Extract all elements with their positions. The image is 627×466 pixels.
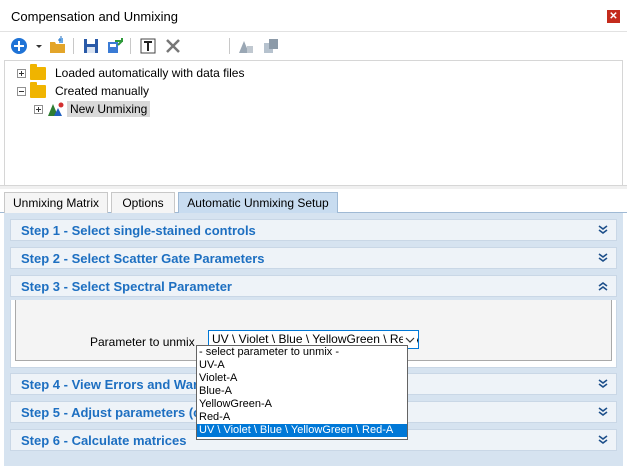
folder-icon — [30, 63, 46, 80]
tree-item-label: Created manually — [55, 84, 150, 98]
chevron-down-icon[interactable] — [597, 224, 609, 236]
tab-bar: Unmixing Matrix Options Automatic Unmixi… — [0, 189, 627, 214]
collapse-icon[interactable] — [17, 86, 26, 96]
folder-icon — [30, 81, 46, 98]
tree-item[interactable]: New Unmixing — [34, 100, 151, 118]
chevron-down-icon[interactable] — [597, 406, 609, 418]
toolbar — [0, 32, 627, 60]
step-2-header[interactable]: Step 2 - Select Scatter Gate Parameters — [10, 247, 617, 269]
close-icon[interactable]: ✕ — [607, 10, 620, 23]
parameter-label: Parameter to unmix — [90, 335, 195, 349]
step-1-header[interactable]: Step 1 - Select single-stained controls — [10, 219, 617, 241]
window-title: Compensation and Unmixing — [11, 9, 178, 24]
tab-automatic-unmixing-setup[interactable]: Automatic Unmixing Setup — [178, 192, 338, 214]
step-title: Step 2 - Select Scatter Gate Parameters — [21, 251, 265, 266]
save-icon[interactable] — [81, 36, 101, 56]
chevron-down-icon[interactable] — [597, 252, 609, 264]
expand-icon[interactable] — [34, 104, 43, 114]
step-title: Step 3 - Select Spectral Parameter — [21, 279, 232, 294]
step-title: Step 1 - Select single-stained controls — [21, 223, 256, 238]
delete-icon[interactable] — [163, 36, 183, 56]
expand-icon[interactable] — [17, 68, 26, 78]
dropdown-option-selected[interactable]: UV \ Violet \ Blue \ YellowGreen \ Red-A — [197, 424, 407, 437]
unmixing-tree: Loaded automatically with data files Cre… — [4, 60, 623, 185]
dropdown-option[interactable]: Blue-A — [197, 385, 407, 398]
dropdown-option[interactable]: UV-A — [197, 359, 407, 372]
chevron-down-icon[interactable] — [597, 378, 609, 390]
step-title: Step 6 - Calculate matrices — [21, 433, 187, 448]
step-3-header[interactable]: Step 3 - Select Spectral Parameter — [10, 275, 617, 297]
tree-item[interactable]: Loaded automatically with data files — [17, 63, 247, 82]
unmixing-icon — [47, 101, 65, 117]
open-folder-icon[interactable] — [48, 36, 68, 56]
tree-item-label: New Unmixing — [67, 101, 151, 117]
parameter-dropdown-list: - select parameter to unmix - UV-A Viole… — [196, 345, 408, 440]
dropdown-option[interactable]: - select parameter to unmix - — [197, 346, 407, 359]
chevron-down-icon[interactable] — [597, 434, 609, 446]
tab-unmixing-matrix[interactable]: Unmixing Matrix — [4, 192, 108, 214]
title-bar: Compensation and Unmixing ✕ — [0, 0, 627, 32]
tree-item[interactable]: Created manually — [17, 81, 152, 100]
dropdown-option[interactable]: Violet-A — [197, 372, 407, 385]
rename-icon[interactable] — [138, 36, 158, 56]
dropdown-arrow-icon[interactable] — [29, 36, 42, 56]
copy-icon — [261, 36, 281, 56]
parameter-select-value: UV \ Violet \ Blue \ YellowGreen \ Red-A — [212, 332, 419, 346]
dropdown-option[interactable]: Red-A — [197, 411, 407, 424]
apply-icon — [236, 36, 256, 56]
tab-options[interactable]: Options — [111, 192, 175, 214]
add-icon[interactable] — [9, 36, 29, 56]
tree-item-label: Loaded automatically with data files — [55, 66, 245, 80]
export-icon[interactable] — [105, 36, 125, 56]
chevron-up-icon[interactable] — [597, 280, 609, 292]
dropdown-option[interactable]: YellowGreen-A — [197, 398, 407, 411]
